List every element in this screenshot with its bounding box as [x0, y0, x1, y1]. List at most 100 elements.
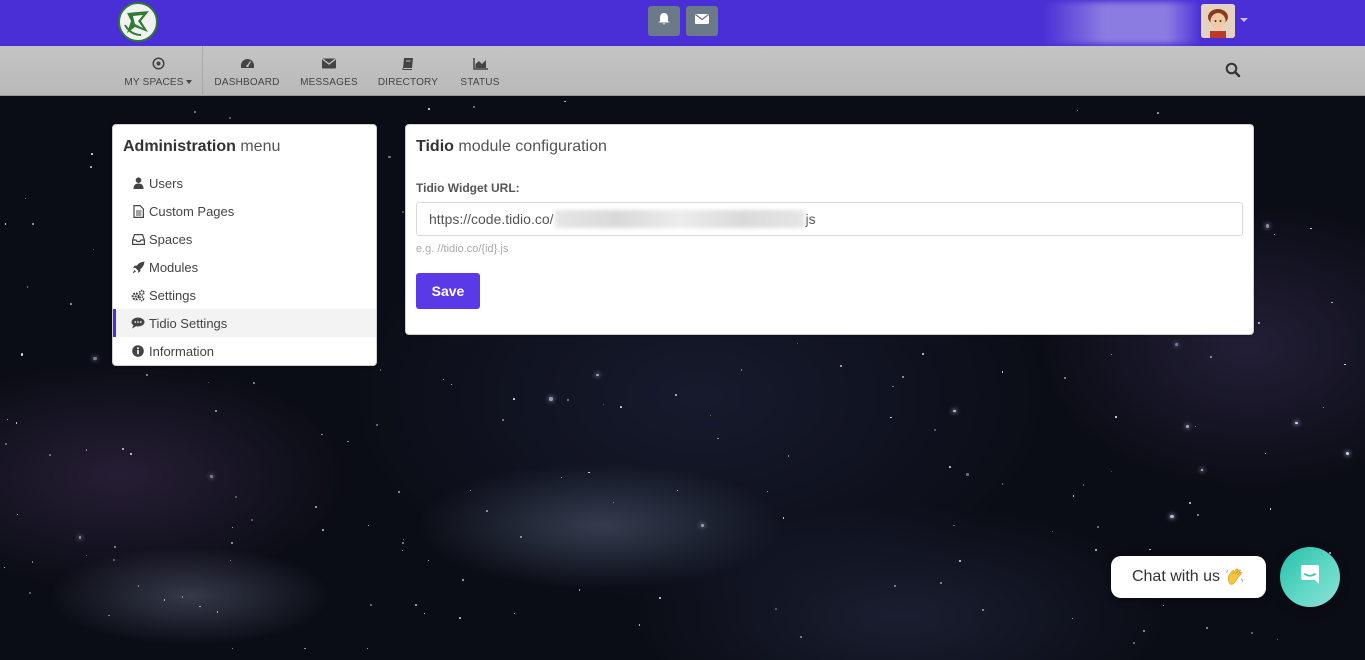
star: [560, 477, 562, 479]
menu-item-label: Tidio Settings: [149, 315, 228, 331]
chevron-down-icon[interactable]: [1240, 18, 1248, 22]
menu-item-label: Modules: [149, 259, 199, 275]
star: [78, 536, 82, 539]
star: [462, 578, 465, 581]
admin-menu-item-custom-pages[interactable]: Custom Pages: [113, 197, 376, 225]
star: [303, 647, 306, 650]
star: [91, 153, 93, 155]
star: [315, 506, 317, 508]
star: [638, 624, 641, 626]
user-name-redacted: [1042, 2, 1198, 44]
star: [1157, 112, 1160, 115]
star: [380, 369, 382, 371]
administration-menu-panel: Administration menu Users Custom Pages S…: [112, 124, 377, 366]
star: [347, 440, 350, 443]
nav-label: STATUS: [460, 76, 500, 88]
star: [1170, 514, 1174, 519]
star: [839, 364, 843, 367]
star: [469, 490, 471, 492]
star: [1132, 641, 1135, 644]
star: [1082, 483, 1085, 486]
star: [612, 501, 614, 503]
star: [1206, 626, 1208, 629]
menu-item-label: Information: [149, 343, 215, 359]
nav-directory[interactable]: DIRECTORY: [374, 46, 442, 96]
star: [402, 538, 404, 540]
star: [26, 286, 28, 288]
file-icon: [131, 204, 145, 218]
admin-menu-item-settings[interactable]: Settings: [113, 281, 376, 309]
save-button[interactable]: Save: [416, 273, 480, 309]
chat-invite-bubble[interactable]: Chat with us: [1111, 556, 1266, 598]
search-icon: [1225, 62, 1241, 82]
star: [199, 605, 201, 608]
star: [1174, 343, 1178, 346]
star: [1051, 531, 1053, 533]
star: [716, 437, 719, 440]
star: [231, 647, 234, 650]
star: [214, 409, 217, 412]
menu-item-label: Custom Pages: [149, 203, 235, 219]
chat-launcher-button[interactable]: [1280, 547, 1340, 607]
star: [4, 223, 7, 226]
nav-status[interactable]: STATUS: [454, 46, 506, 96]
comment-icon: [131, 316, 145, 330]
star: [388, 156, 391, 159]
star: [953, 524, 955, 527]
star: [137, 585, 139, 587]
nav-messages[interactable]: MESSAGES: [297, 46, 361, 96]
star: [232, 527, 234, 529]
star: [92, 248, 95, 251]
messages-button[interactable]: [686, 6, 718, 36]
star: [939, 581, 942, 584]
panel-title: Tidio module configuration: [416, 138, 607, 155]
nav-my-spaces[interactable]: MY SPACES: [120, 46, 196, 96]
star: [6, 419, 8, 421]
star: [15, 422, 18, 424]
star: [1110, 470, 1112, 472]
star: [4, 567, 6, 569]
caret-down-icon: [185, 80, 192, 84]
star: [321, 433, 323, 436]
star: [451, 383, 453, 385]
admin-menu-item-information[interactable]: Information: [113, 337, 376, 365]
star: [775, 607, 778, 610]
star: [892, 385, 894, 388]
star: [1265, 452, 1267, 455]
widget-url-hint: e.g. //tidio.co/{id}.js: [416, 243, 509, 255]
star: [1310, 227, 1312, 229]
bell-icon: [657, 12, 671, 31]
star: [108, 614, 110, 617]
admin-menu-item-spaces[interactable]: Spaces: [113, 225, 376, 253]
star: [402, 542, 405, 545]
star: [1001, 371, 1003, 373]
star: [427, 560, 430, 562]
admin-menu-item-users[interactable]: Users: [113, 169, 376, 197]
search-button[interactable]: [1225, 62, 1243, 80]
star: [85, 449, 88, 451]
user-avatar[interactable]: [1201, 4, 1235, 38]
star: [229, 116, 232, 119]
star: [796, 343, 799, 345]
nav-dashboard[interactable]: DASHBOARD: [210, 46, 284, 96]
star: [459, 616, 462, 619]
star: [21, 353, 24, 356]
star: [1189, 502, 1191, 504]
star: [1097, 525, 1100, 528]
site-logo[interactable]: [118, 2, 158, 42]
star: [1269, 508, 1272, 510]
star: [370, 604, 373, 607]
star: [163, 599, 166, 601]
admin-menu-item-tidio-settings[interactable]: Tidio Settings: [113, 309, 376, 337]
star: [659, 597, 662, 600]
notifications-button[interactable]: [648, 6, 680, 36]
admin-menu-item-modules[interactable]: Modules: [113, 253, 376, 281]
nav-label: MESSAGES: [300, 76, 358, 88]
star: [1195, 426, 1197, 428]
tidio-config-panel: Tidio module configuration Tidio Widget …: [405, 124, 1254, 335]
star: [800, 636, 802, 639]
widget-url-input[interactable]: https://code.tidio.co/ js: [416, 202, 1243, 236]
star: [966, 473, 969, 476]
envelope-icon: [695, 12, 709, 30]
star: [782, 517, 785, 519]
